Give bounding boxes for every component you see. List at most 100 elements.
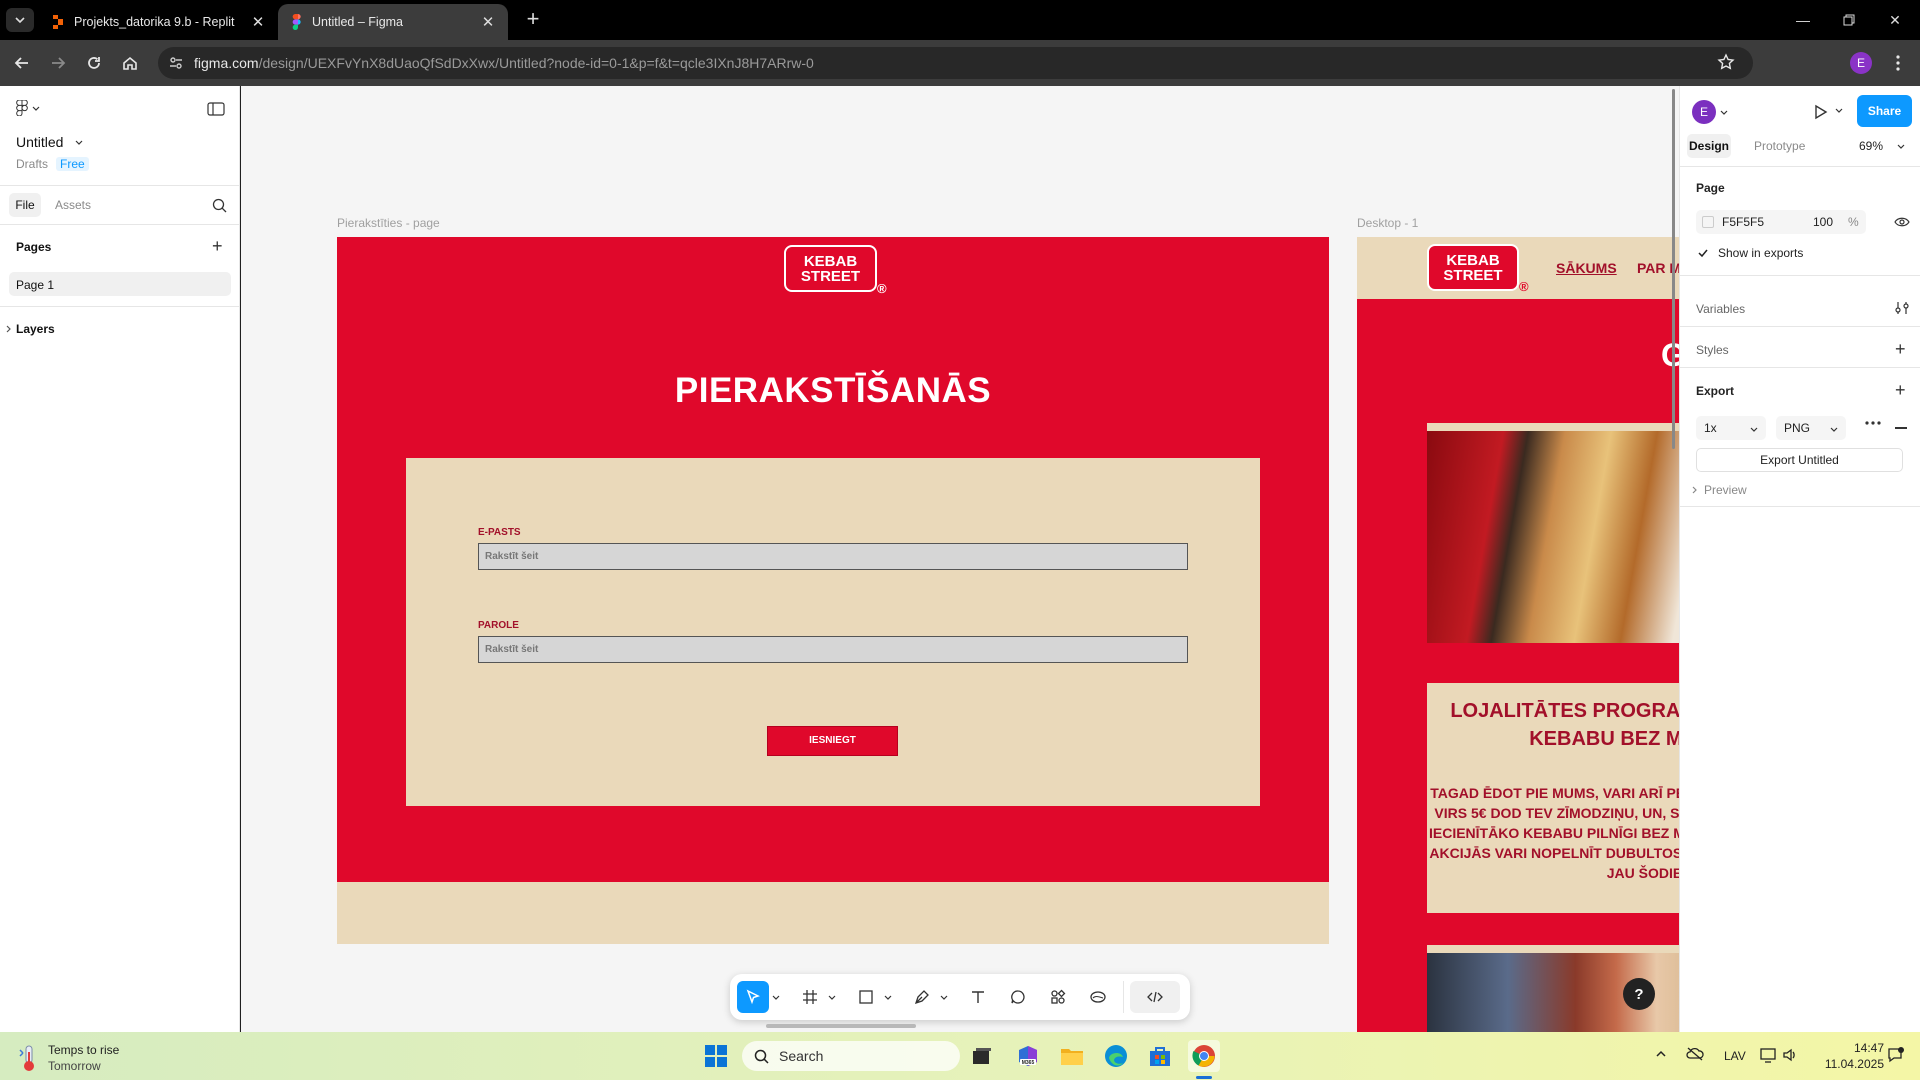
show-in-exports-row[interactable]: Show in exports <box>1696 246 1803 260</box>
file-explorer-app[interactable] <box>1056 1040 1088 1072</box>
help-button[interactable]: ? <box>1623 978 1655 1010</box>
shape-tool-chevron[interactable] <box>882 981 894 1013</box>
export-format-select[interactable]: PNG <box>1776 416 1846 440</box>
actions-tool-button[interactable] <box>1084 981 1112 1013</box>
restore-icon[interactable] <box>1826 0 1872 40</box>
close-tab-icon[interactable]: ✕ <box>248 12 268 32</box>
forward-icon[interactable] <box>46 51 70 75</box>
export-preview-toggle[interactable]: Preview <box>1692 483 1747 497</box>
bookmark-star-icon[interactable] <box>1717 53 1735 71</box>
text-tool-button[interactable] <box>964 981 992 1013</box>
back-icon[interactable] <box>10 51 34 75</box>
promo-title-line-2: KEBABU BEZ MA <box>1529 728 1679 750</box>
page-color-hex[interactable]: F5F5F5 <box>1722 215 1764 229</box>
frame-tool-chevron[interactable] <box>826 981 838 1013</box>
reload-icon[interactable] <box>82 51 106 75</box>
close-tab-icon[interactable]: ✕ <box>478 12 498 32</box>
pen-tool-chevron[interactable] <box>938 981 950 1013</box>
add-page-icon[interactable]: + <box>212 237 223 255</box>
page-background-field[interactable]: F5F5F5 100 % <box>1696 210 1866 234</box>
submit-button[interactable]: IESNIEGT <box>767 726 898 756</box>
color-swatch[interactable] <box>1702 216 1714 228</box>
variables-settings-icon[interactable] <box>1895 301 1909 315</box>
resources-tool-button[interactable] <box>1044 981 1072 1013</box>
multiplayer-avatar-menu[interactable]: E <box>1692 100 1728 124</box>
taskbar-search[interactable]: Search <box>742 1041 960 1071</box>
frame-tool-button[interactable] <box>796 981 824 1013</box>
export-scale-select[interactable]: 1x <box>1696 416 1766 440</box>
site-info-icon[interactable] <box>168 55 184 71</box>
notifications-icon[interactable] <box>1886 1046 1904 1064</box>
browser-tab-replit[interactable]: Projekts_datorika 9.b - Replit ✕ <box>40 4 278 40</box>
volume-icon[interactable] <box>1782 1047 1798 1063</box>
figma-main-menu[interactable] <box>16 100 40 116</box>
new-tab-button[interactable]: + <box>520 8 546 32</box>
show-in-exports-label: Show in exports <box>1718 246 1804 260</box>
frame-login-page[interactable]: KEBAB STREET ® PIERAKSTĪŠANĀS E-PASTS Ra… <box>337 237 1329 944</box>
move-tool-button[interactable] <box>737 981 769 1013</box>
tab-file[interactable]: File <box>9 193 41 217</box>
frame-desktop-1[interactable]: KEBAB STREET ® SĀKUMS PAR M G LOJALITĀTE… <box>1357 237 1679 1032</box>
horizontal-scrollbar[interactable] <box>766 1024 916 1028</box>
password-field[interactable]: Rakstīt šeit <box>478 636 1188 663</box>
present-play-icon[interactable] <box>1814 104 1828 120</box>
remove-export-icon[interactable] <box>1895 427 1907 429</box>
address-bar[interactable]: figma.com/design/UEXFvYnX8dUaoQfSdDxXwx/… <box>158 47 1753 79</box>
file-location[interactable]: Drafts <box>16 157 48 171</box>
edge-app[interactable] <box>1100 1040 1132 1072</box>
canvas-scrollbar[interactable] <box>1672 89 1675 449</box>
zoom-menu[interactable]: 69% <box>1859 139 1905 153</box>
minimize-icon[interactable]: — <box>1780 0 1826 40</box>
onedrive-icon[interactable] <box>1686 1046 1704 1062</box>
export-button[interactable]: Export Untitled <box>1696 448 1903 472</box>
tab-search-button[interactable] <box>6 8 34 32</box>
input-language[interactable]: LAV <box>1724 1049 1746 1063</box>
file-name-menu[interactable]: Untitled <box>16 134 83 150</box>
show-hidden-icons-chevron[interactable] <box>1655 1048 1667 1060</box>
dev-mode-toggle[interactable] <box>1130 981 1180 1013</box>
close-window-icon[interactable]: ✕ <box>1872 0 1918 40</box>
move-tool-chevron[interactable] <box>770 981 782 1013</box>
clock[interactable]: 14:47 11.04.2025 <box>1806 1040 1884 1072</box>
pen-tool-button[interactable] <box>908 981 936 1013</box>
frame-label-login[interactable]: Pierakstīties - page <box>337 216 440 230</box>
email-field[interactable]: Rakstīt šeit <box>478 543 1188 570</box>
task-view-button[interactable] <box>966 1040 998 1072</box>
home-icon[interactable] <box>118 51 142 75</box>
login-form-card: E-PASTS Rakstīt šeit PAROLE Rakstīt šeit… <box>406 458 1260 806</box>
plan-badge[interactable]: Free <box>56 157 89 171</box>
add-style-icon[interactable]: + <box>1895 339 1906 360</box>
search-icon[interactable] <box>212 198 227 213</box>
tab-prototype[interactable]: Prototype <box>1754 139 1805 153</box>
browser-tab-figma[interactable]: Untitled – Figma ✕ <box>278 4 508 40</box>
comment-tool-button[interactable] <box>1004 981 1032 1013</box>
promo-title-line-1: LOJALITĀTES PROGRAM <box>1450 700 1679 722</box>
chrome-app[interactable] <box>1188 1040 1220 1072</box>
visibility-eye-icon[interactable] <box>1894 216 1910 228</box>
start-button[interactable] <box>700 1040 732 1072</box>
tab-design[interactable]: Design <box>1687 134 1731 158</box>
page-item-page-1[interactable]: Page 1 <box>9 272 231 296</box>
toggle-sidebar-icon[interactable] <box>207 102 225 116</box>
network-icon[interactable] <box>1760 1047 1778 1063</box>
browser-menu-icon[interactable] <box>1886 51 1910 75</box>
tab-assets[interactable]: Assets <box>55 198 91 212</box>
browser-profile-avatar[interactable]: E <box>1850 52 1872 74</box>
password-label: PAROLE <box>478 620 519 631</box>
comment-icon <box>1011 990 1025 1004</box>
layers-section-toggle[interactable]: Layers <box>6 322 55 336</box>
present-menu-chevron[interactable] <box>1835 106 1843 114</box>
add-export-icon[interactable]: + <box>1895 380 1906 401</box>
weather-widget[interactable]: Temps to rise Tomorrow <box>18 1042 119 1074</box>
share-button[interactable]: Share <box>1857 95 1912 127</box>
export-more-icon[interactable] <box>1865 421 1881 425</box>
shape-tool-button[interactable] <box>852 981 880 1013</box>
m365-app[interactable]: M365 <box>1012 1040 1044 1072</box>
store-app[interactable] <box>1144 1040 1176 1072</box>
nav-link-sakums[interactable]: SĀKUMS <box>1556 260 1617 276</box>
rectangle-icon <box>859 990 873 1004</box>
page-opacity[interactable]: 100 <box>1813 215 1833 229</box>
frame-label-desktop[interactable]: Desktop - 1 <box>1357 216 1418 230</box>
checkbox-checked-icon[interactable] <box>1696 246 1710 260</box>
figma-canvas[interactable]: Pierakstīties - page KEBAB STREET ® PIER… <box>241 86 1679 1032</box>
